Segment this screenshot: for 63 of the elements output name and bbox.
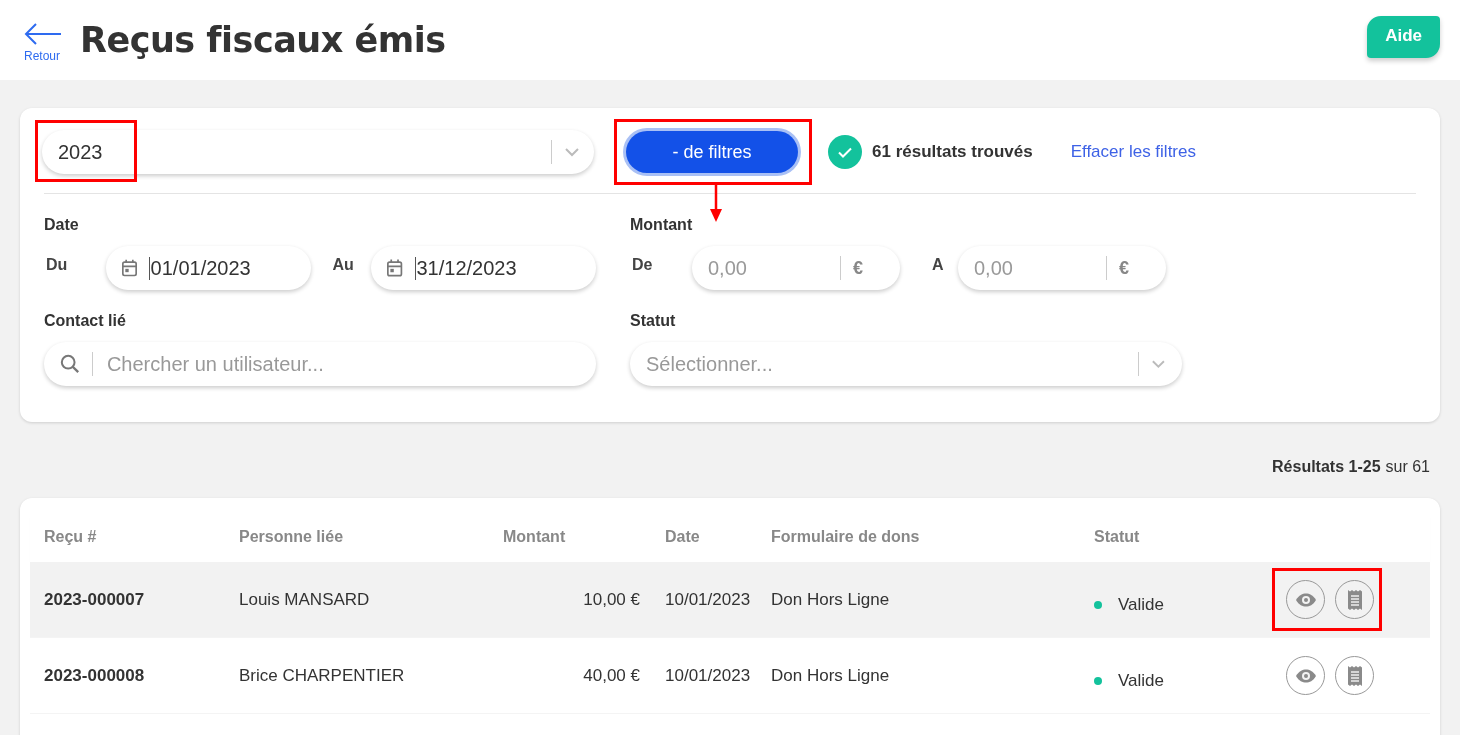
pagination-total: sur 61 (1385, 458, 1430, 475)
amount-field[interactable]: 0,00 € (958, 246, 1166, 290)
result-count: 61 résultats trouvés (872, 142, 1033, 162)
table-cell-text: 2023-000007 (44, 589, 146, 610)
calendar-icon (121, 258, 137, 278)
table-cell-text: 10,00 € (582, 589, 640, 610)
column-header: Statut (1094, 528, 1141, 546)
table-cell-text: 10/01/2023 (664, 589, 752, 610)
page-title: Reçus fiscaux émis (80, 20, 446, 60)
year-select[interactable]: 2023 (42, 130, 594, 174)
field-label: Date (44, 216, 80, 234)
year-value: 2023 (58, 140, 104, 164)
eye-icon (1294, 592, 1317, 607)
fewer-filters-button[interactable]: - de filtres (626, 131, 798, 173)
field-label: Montant (630, 216, 694, 234)
field-label: Contact lié (44, 312, 127, 330)
contact-search-field[interactable]: Chercher un utilisateur... (44, 342, 596, 386)
field-label: Statut (630, 312, 677, 330)
back-link[interactable]: Retour (24, 49, 61, 63)
table-cell-text: 40,00 € (582, 665, 640, 686)
back-arrow-icon[interactable] (24, 23, 62, 45)
currency-label: € (1119, 257, 1129, 279)
pagination-range: Résultats 1-25 (1272, 458, 1381, 475)
status-select[interactable]: Sélectionner... (630, 342, 1182, 386)
status-select-input[interactable]: Sélectionner... (646, 352, 1127, 376)
date-field[interactable]: 01/01/2023 (105, 246, 312, 290)
table-cell-text: Brice CHARPENTIER (239, 665, 406, 686)
date-field[interactable]: 31/12/2023 (371, 246, 596, 290)
table-row[interactable]: 2023-000008 Brice CHARPENTIER 40,00 € 10/01/2023 Don Hors Ligne Valide (30, 638, 1430, 714)
receipt-icon (1347, 589, 1362, 610)
search-icon (60, 353, 80, 375)
amount-input[interactable]: 0,00 (974, 256, 1094, 280)
table-cell-text: Don Hors Ligne (771, 589, 891, 610)
column-header: Reçu # (44, 528, 98, 546)
field-label: Au (331, 256, 355, 274)
field-label: De (631, 256, 654, 274)
column-header: Personne liée (239, 528, 345, 546)
amount-input[interactable]: 0,00 (708, 256, 828, 280)
calendar-icon (387, 258, 403, 278)
status-text: Valide (1118, 670, 1164, 691)
table-cell-text: 2023-000008 (44, 665, 146, 686)
table-cell-text: Don Hors Ligne (771, 665, 891, 686)
currency-label: € (853, 257, 863, 279)
column-header: Formulaire de dons (771, 528, 921, 546)
clear-filters-link[interactable]: Effacer les filtres (1070, 142, 1196, 162)
eye-icon (1294, 668, 1317, 683)
column-header: Date (664, 528, 701, 546)
field-label: A (931, 256, 945, 274)
column-header: Montant (503, 528, 567, 546)
table-cell-text: Louis MANSARD (239, 589, 371, 610)
date-input[interactable]: 01/01/2023 (148, 256, 296, 280)
chevron-down-icon (1151, 359, 1166, 369)
amount-field[interactable]: 0,00 € (692, 246, 900, 290)
annotation-arrow (710, 182, 722, 222)
receipt-icon (1347, 665, 1362, 686)
chevron-down-icon (564, 147, 580, 157)
contact-search-input[interactable]: Chercher un utilisateur... (106, 352, 580, 376)
field-label: Du (45, 256, 69, 274)
status-text: Valide (1118, 594, 1164, 615)
date-input[interactable]: 31/12/2023 (414, 256, 580, 280)
table-row[interactable]: 2023-000007 Louis MANSARD 10,00 € 10/01/2023 Don Hors Ligne Valide (30, 562, 1430, 638)
table-cell-text: 10/01/2023 (664, 665, 752, 686)
check-circle-icon (828, 135, 862, 169)
